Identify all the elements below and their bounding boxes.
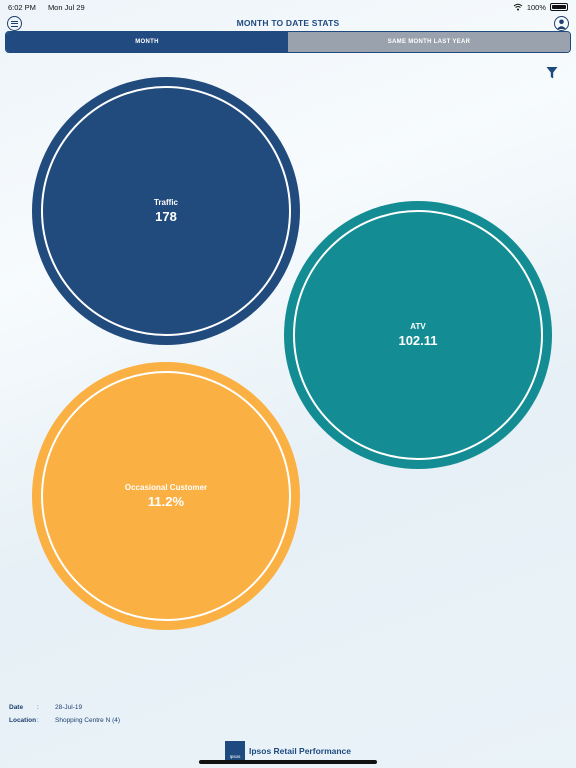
profile-icon[interactable]: [554, 16, 569, 31]
date-value: 28-Jul-19: [55, 704, 83, 711]
occasional-label: Occasional Customer: [124, 483, 208, 492]
atv-label: ATV: [410, 322, 426, 331]
info-location-row: Location : Shopping Centre N (4): [9, 717, 120, 724]
tab-same-month-last-year[interactable]: SAME MONTH LAST YEAR: [288, 32, 570, 52]
location-separator: :: [37, 717, 39, 724]
status-right: 100%: [513, 3, 568, 12]
traffic-value: 178: [155, 209, 177, 224]
location-label: Location: [9, 717, 37, 724]
traffic-metric-circle[interactable]: Traffic 178: [32, 77, 300, 345]
atv-metric-circle[interactable]: ATV 102.11: [284, 201, 552, 469]
status-date: Mon Jul 29: [47, 2, 85, 12]
occasional-value: 11.2%: [147, 494, 185, 509]
period-segmented-control: MONTH SAME MONTH LAST YEAR: [5, 31, 571, 53]
battery-icon: [550, 3, 568, 11]
header: MONTH TO DATE STATS: [0, 14, 576, 32]
status-bar: 6:02 PM Mon Jul 29 100%: [0, 0, 576, 14]
battery-percent: 100%: [526, 2, 546, 12]
date-label: Date: [9, 704, 24, 711]
location-value: Shopping Centre N (4): [55, 717, 121, 724]
date-separator: :: [37, 704, 39, 711]
info-date-row: Date : 28-Jul-19: [9, 704, 82, 711]
menu-icon[interactable]: [7, 16, 22, 31]
traffic-label: Traffic: [153, 198, 178, 207]
tab-month[interactable]: MONTH: [6, 32, 288, 52]
occasional-customer-metric-circle[interactable]: Occasional Customer 11.2%: [32, 362, 300, 630]
home-indicator[interactable]: [199, 760, 377, 764]
status-time: 6:02 PM: [8, 2, 36, 12]
wifi-icon: [513, 3, 523, 11]
atv-value: 102.11: [398, 333, 438, 348]
filter-icon[interactable]: [546, 66, 558, 80]
brand-name: Ipsos Retail Performance: [248, 746, 352, 756]
logo-text: Ipsos: [229, 754, 241, 759]
footer: Ipsos Ipsos Retail Performance: [0, 740, 576, 762]
ipsos-logo: Ipsos: [224, 741, 245, 761]
page-title: MONTH TO DATE STATS: [236, 18, 340, 28]
